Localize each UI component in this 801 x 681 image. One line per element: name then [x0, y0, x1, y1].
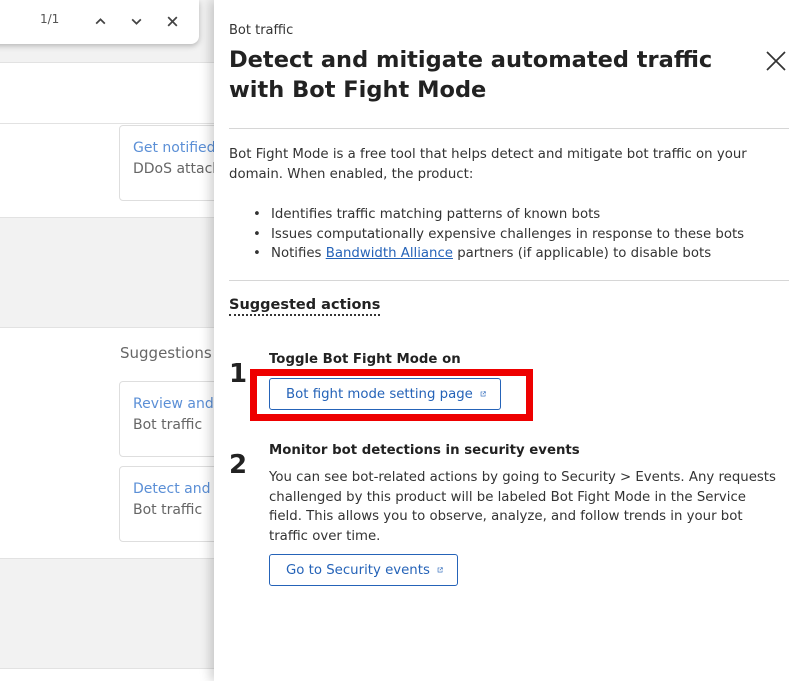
background-card-detect[interactable]: Detect and m Bot traffic: [119, 466, 214, 542]
background-suggestions-label: Suggestions: [120, 344, 212, 362]
chevron-up-icon: [95, 17, 105, 24]
button-label: Go to Security events: [286, 562, 430, 578]
step-number: 2: [229, 450, 248, 480]
list-item-prefix: Notifies: [271, 246, 326, 261]
suggested-actions-heading: Suggested actions: [229, 297, 381, 316]
bot-traffic-drawer: Bot traffic Detect and mitigate automate…: [214, 0, 801, 681]
background-card-sub: Bot traffic: [133, 417, 203, 433]
find-in-page-bar: 1/1: [0, 0, 199, 44]
breadcrumb: Bot traffic: [229, 23, 294, 38]
list-item: Identifies traffic matching patterns of …: [229, 205, 774, 225]
list-item-text: Identifies traffic matching patterns of …: [271, 207, 601, 222]
divider: [229, 128, 789, 129]
find-next-button[interactable]: [124, 9, 148, 33]
background-card-link[interactable]: Review and l: [133, 394, 214, 415]
background-row: [0, 62, 214, 124]
find-previous-button[interactable]: [88, 9, 112, 33]
background-card-notify[interactable]: Get notified DDoS attack: [119, 125, 214, 201]
close-icon: [167, 16, 177, 26]
background-card-sub: Bot traffic: [133, 502, 203, 518]
bandwidth-alliance-link[interactable]: Bandwidth Alliance: [326, 246, 453, 261]
background-page: Get notified DDoS attack Suggestions Rev…: [0, 0, 214, 681]
go-to-security-events-button[interactable]: Go to Security events: [269, 554, 458, 586]
list-item: Notifies Bandwidth Alliance partners (if…: [229, 244, 774, 264]
chevron-down-icon: [131, 18, 141, 25]
background-card-link[interactable]: Detect and m: [133, 479, 214, 500]
close-drawer-button[interactable]: [765, 50, 787, 72]
list-item-suffix: partners (if applicable) to disable bots: [452, 246, 712, 261]
list-item: Issues computationally expensive challen…: [229, 225, 774, 245]
highlight-box: [250, 369, 533, 421]
list-item-text: Issues computationally expensive challen…: [271, 226, 745, 242]
step-number: 1: [229, 359, 248, 389]
drawer-title: Detect and mitigate automated traffic wi…: [229, 47, 713, 103]
close-icon: [766, 51, 786, 71]
step-body: You can see bot-related actions by going…: [269, 470, 776, 544]
step-heading: Monitor bot detections in security event…: [269, 443, 580, 458]
background-card-link[interactable]: Get notified: [133, 138, 214, 159]
step-heading: Toggle Bot Fight Mode on: [269, 352, 461, 367]
background-row: [0, 668, 214, 681]
background-card-sub: DDoS attack: [133, 161, 214, 177]
feature-list: Identifies traffic matching patterns of …: [229, 205, 774, 264]
find-close-button[interactable]: [160, 9, 184, 33]
background-card-review[interactable]: Review and l Bot traffic: [119, 381, 214, 457]
drawer-description: Bot Fight Mode is a free tool that helps…: [229, 147, 747, 182]
divider: [229, 280, 789, 281]
external-link-icon: [437, 567, 443, 573]
find-match-count: 1/1: [40, 12, 60, 26]
